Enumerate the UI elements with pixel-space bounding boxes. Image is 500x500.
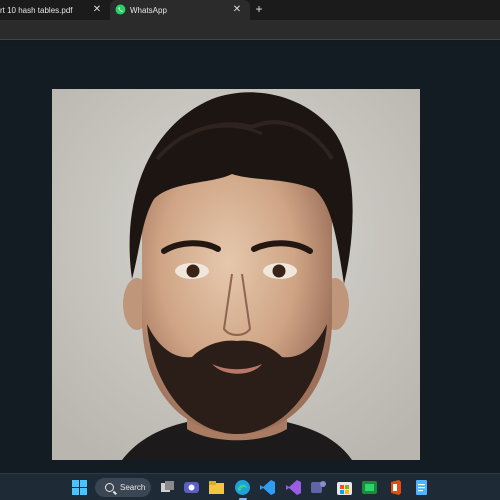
photos-icon[interactable] xyxy=(361,479,378,496)
meet-icon[interactable] xyxy=(183,479,200,496)
whatsapp-icon xyxy=(115,4,126,15)
search-icon xyxy=(105,483,114,492)
teams-icon[interactable] xyxy=(310,479,327,496)
vscode-icon[interactable] xyxy=(259,479,276,496)
windows-start-icon[interactable] xyxy=(71,479,88,496)
visual-studio-icon[interactable] xyxy=(285,479,302,496)
edge-icon[interactable] xyxy=(234,479,251,496)
tab-pdf[interactable]: rt 10 hash tables.pdf ✕ xyxy=(0,0,110,20)
file-explorer-icon[interactable] xyxy=(208,479,225,496)
close-icon[interactable]: ✕ xyxy=(91,4,103,16)
taskbar-search-button[interactable]: Search xyxy=(95,478,151,497)
portrait-image xyxy=(52,89,420,460)
new-tab-button[interactable]: + xyxy=(252,2,266,16)
browser-toolbar xyxy=(0,20,500,40)
tab-label: WhatsApp xyxy=(130,5,167,15)
search-label: Search xyxy=(120,483,146,492)
microsoft-store-icon[interactable] xyxy=(336,479,353,496)
close-icon[interactable]: ✕ xyxy=(231,4,243,16)
windows-taskbar: Search xyxy=(0,473,500,500)
task-view-icon[interactable] xyxy=(159,479,176,496)
tab-label: rt 10 hash tables.pdf xyxy=(0,5,73,15)
notepad-icon[interactable] xyxy=(413,479,430,496)
tab-whatsapp[interactable]: WhatsApp ✕ xyxy=(110,0,250,20)
office-icon[interactable] xyxy=(387,479,404,496)
browser-tab-bar: rt 10 hash tables.pdf ✕ WhatsApp ✕ + xyxy=(0,0,500,20)
